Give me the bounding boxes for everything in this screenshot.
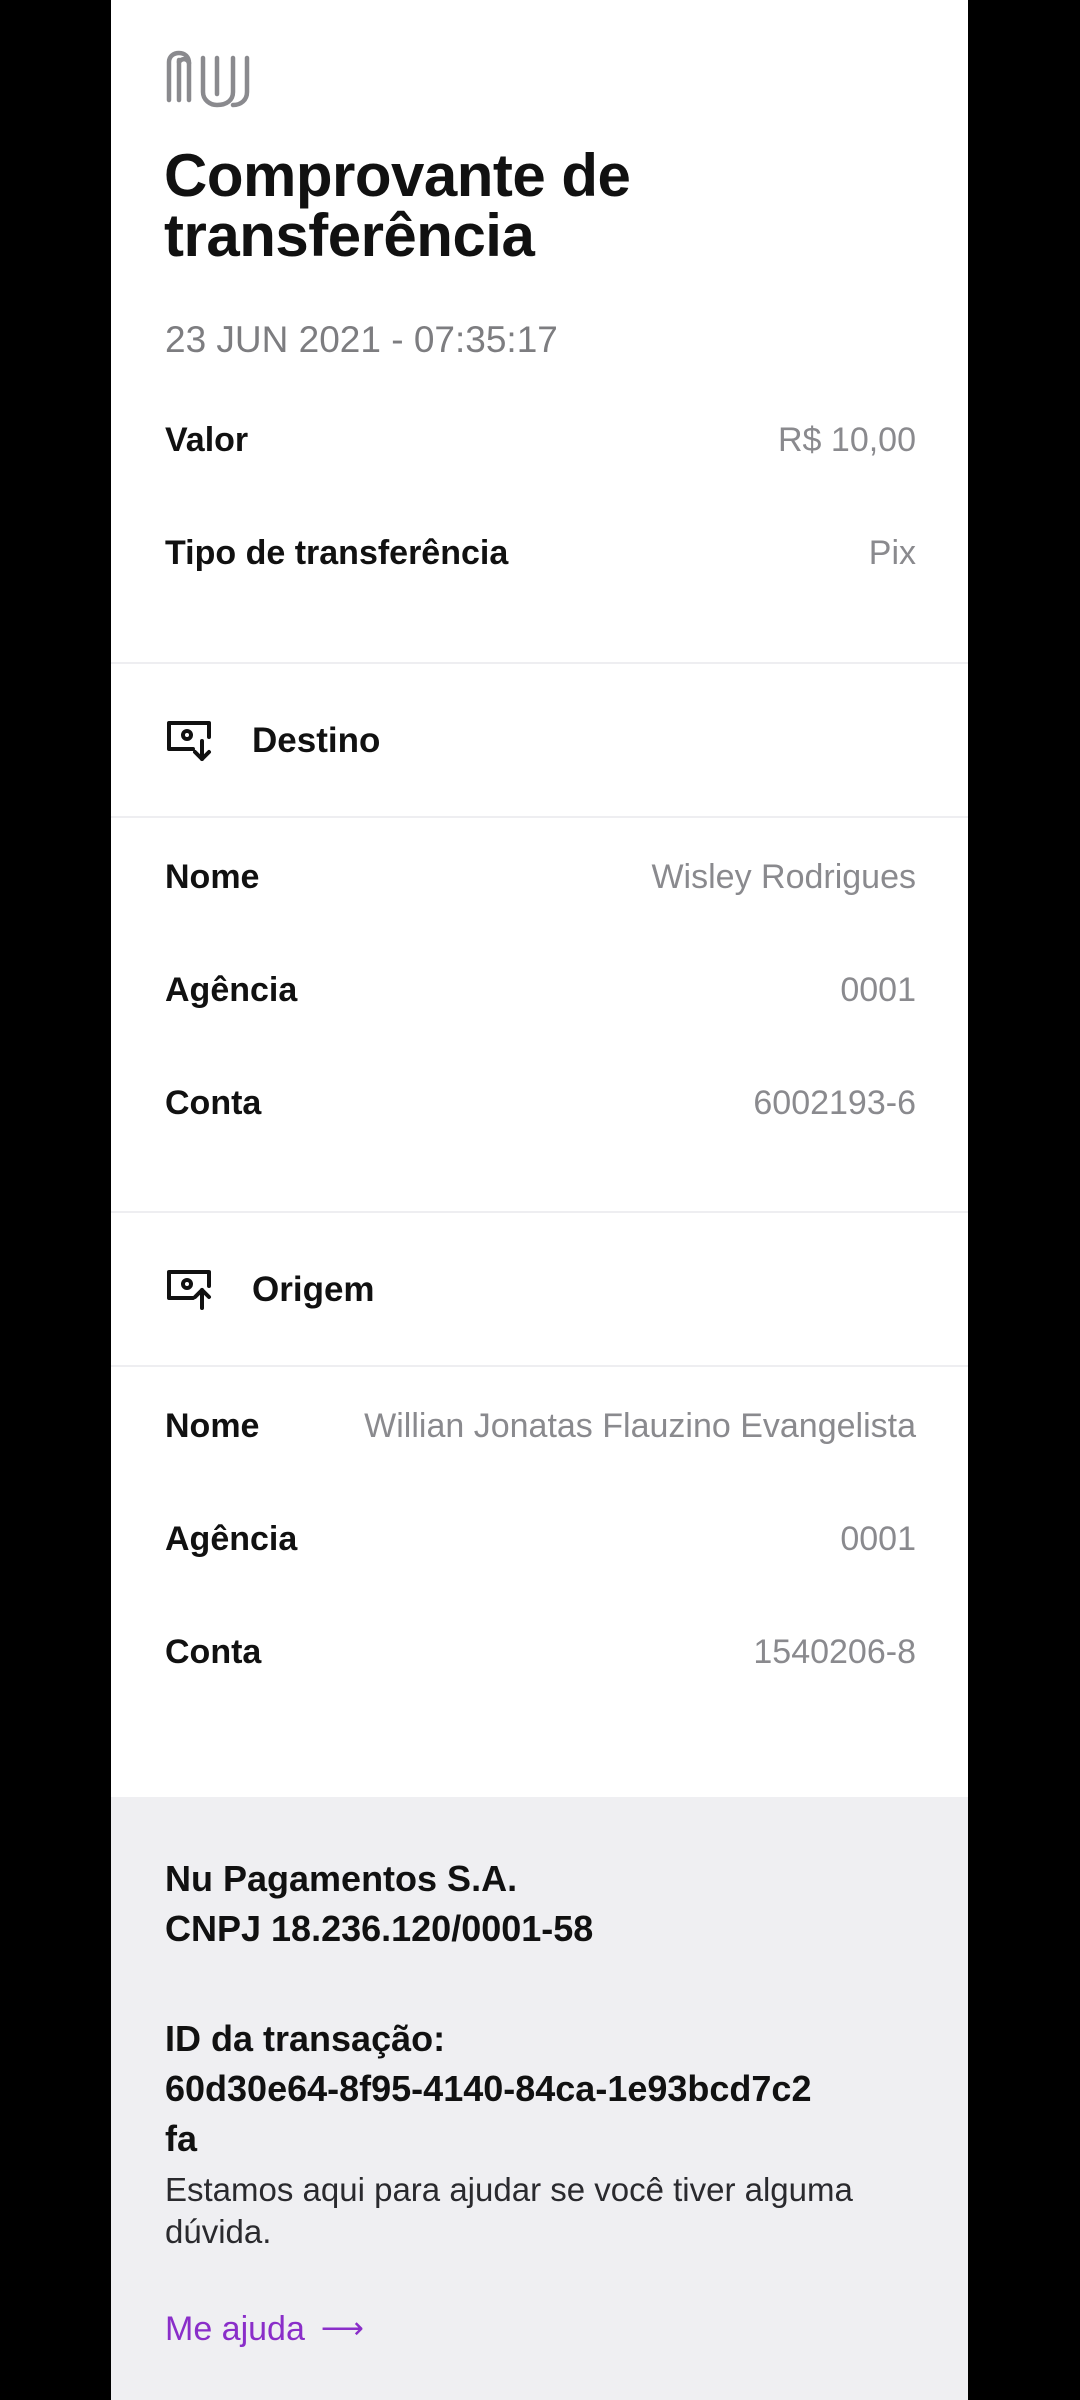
help-text: Estamos aqui para ajudar se você tiver a…	[165, 2171, 853, 2250]
company-name: Nu Pagamentos S.A.	[165, 1858, 518, 1899]
tipo-label: Tipo de transferência	[165, 533, 509, 572]
origem-nome-value: Willian Jonatas Flauzino Evangelista	[364, 1406, 916, 1445]
receipt-footer: Nu Pagamentos S.A. CNPJ 18.236.120/0001-…	[111, 1797, 968, 2400]
destino-conta-value: 6002193-6	[753, 1083, 916, 1122]
destino-agencia-row: Agência 0001	[165, 962, 916, 1018]
destino-header: Destino	[165, 711, 380, 771]
tipo-row: Tipo de transferência Pix	[165, 525, 916, 581]
page-title: Comprovante de transferência	[164, 146, 924, 266]
page-title-line-1: Comprovante de	[164, 142, 631, 209]
page-title-line-2: transferência	[164, 202, 535, 269]
tipo-value: Pix	[868, 533, 916, 572]
destino-nome-value: Wisley Rodrigues	[651, 857, 916, 896]
destino-nome-label: Nome	[165, 857, 260, 896]
origem-nome-row: Nome Willian Jonatas Flauzino Evangelist…	[165, 1398, 916, 1454]
transfer-timestamp: 23 JUN 2021 - 07:35:17	[165, 319, 558, 360]
help-link[interactable]: Me ajuda ⟶	[165, 2307, 364, 2351]
destino-title: Destino	[252, 721, 381, 760]
transaction-id-label: ID da transação:	[165, 2018, 446, 2059]
origem-title: Origem	[252, 1270, 375, 1309]
origem-conta-value: 1540206-8	[753, 1632, 916, 1671]
origem-agencia-label: Agência	[165, 1519, 298, 1558]
account-out-icon	[167, 1270, 211, 1310]
divider	[111, 1365, 968, 1367]
receipt-header: Comprovante de transferência 23 JUN 2021…	[111, 0, 968, 662]
valor-value: R$ 10,00	[778, 420, 916, 459]
divider	[111, 662, 968, 664]
account-in-icon	[167, 721, 211, 761]
divider	[111, 1211, 968, 1213]
transaction-id-line-2: fa	[165, 2118, 198, 2159]
arrow-right-icon: ⟶	[320, 2312, 364, 2345]
valor-label: Valor	[165, 420, 249, 459]
origem-agencia-row: Agência 0001	[165, 1511, 916, 1567]
destino-nome-row: Nome Wisley Rodrigues	[165, 849, 916, 905]
divider	[111, 816, 968, 818]
transaction-id-line-1: 60d30e64-8f95-4140-84ca-1e93bcd7c2	[165, 2068, 812, 2109]
destino-agencia-value: 0001	[840, 970, 916, 1009]
origem-conta-label: Conta	[165, 1632, 262, 1671]
origem-agencia-value: 0001	[840, 1519, 916, 1558]
origem-conta-row: Conta 1540206-8	[165, 1624, 916, 1680]
destino-agencia-label: Agência	[165, 970, 298, 1009]
nu-logo	[166, 50, 250, 108]
origem-header: Origem	[165, 1260, 375, 1320]
help-link-label: Me ajuda	[165, 2310, 305, 2348]
transfer-receipt: Comprovante de transferência 23 JUN 2021…	[111, 0, 968, 2400]
destino-conta-row: Conta 6002193-6	[165, 1075, 916, 1131]
destino-conta-label: Conta	[165, 1083, 262, 1122]
company-cnpj: CNPJ 18.236.120/0001-58	[165, 1908, 594, 1949]
valor-row: Valor R$ 10,00	[165, 412, 916, 468]
origem-nome-label: Nome	[165, 1406, 260, 1445]
